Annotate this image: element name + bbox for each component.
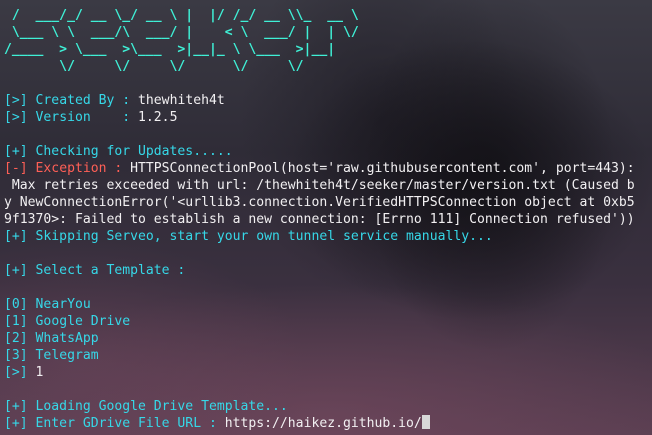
exception-text-4: 9f1370>: Failed to establish a new conne… <box>4 212 635 227</box>
option-name: Google Drive <box>35 314 131 329</box>
option-name: NearYou <box>35 297 91 312</box>
option-index: [0] <box>4 297 28 312</box>
choice-tag: [>] <box>4 365 28 380</box>
banner-line-4: \/ \/ \/ \/ \/ <box>4 59 304 74</box>
option-name: WhatsApp <box>35 331 99 346</box>
version-value: 1.2.5 <box>138 110 178 125</box>
option-name: Telegram <box>35 348 99 363</box>
loading-template-line: [+] Loading Google Drive Template... <box>4 399 288 414</box>
version-label: Version : <box>27 110 139 125</box>
exception-text-3: y NewConnectionError('<urllib3.connectio… <box>4 195 635 210</box>
skipping-serveo-line: [+] Skipping Serveo, start your own tunn… <box>4 229 493 244</box>
exception-line: [-] Exception : HTTPSConnectionPool(host… <box>4 160 652 177</box>
terminal-window[interactable]: / ___/_/ __ \_/ __ \ | |/ /_/ __ \\_ __ … <box>0 0 652 435</box>
template-option-nearyou: [0] NearYou <box>4 296 652 313</box>
banner-line-1: / ___/_/ __ \_/ __ \ | |/ /_/ __ \\_ __ … <box>4 8 359 23</box>
text-cursor <box>421 415 430 429</box>
version-line: [>] Version : 1.2.5 <box>4 109 652 126</box>
template-option-whatsapp: [2] WhatsApp <box>4 330 652 347</box>
template-choice-line: [>] 1 <box>4 364 652 381</box>
created-by-line: [>] Created By : thewhiteh4t <box>4 92 652 109</box>
template-option-telegram: [3] Telegram <box>4 347 652 364</box>
url-prompt-label: [+] Enter GDrive File URL : <box>4 416 225 431</box>
url-input-value[interactable]: https://haikez.github.io/ <box>225 416 422 431</box>
checking-updates-line: [+] Checking for Updates..... <box>4 144 233 159</box>
option-index: [1] <box>4 314 28 329</box>
banner-line-3: /____ > \___ >\___ >|__|_ \ \___ >|__| <box>4 42 336 57</box>
template-option-google-drive: [1] Google Drive <box>4 313 652 330</box>
option-index: [2] <box>4 331 28 346</box>
exception-text-1: HTTPSConnectionPool(host='raw.githubuser… <box>130 161 635 176</box>
exception-tag: [-] <box>4 161 28 176</box>
created-value: thewhiteh4t <box>138 93 225 108</box>
option-index: [3] <box>4 348 28 363</box>
version-tag: [>] <box>4 110 28 125</box>
select-template-prompt: [+] Select a Template : <box>4 263 186 278</box>
exception-text-2: Max retries exceeded with url: /thewhite… <box>4 178 635 193</box>
url-input-line[interactable]: [+] Enter GDrive File URL : https://haik… <box>4 415 652 432</box>
exception-label: Exception : <box>27 161 131 176</box>
created-label: Created By : <box>27 93 139 108</box>
terminal-output: / ___/_/ __ \_/ __ \ | |/ /_/ __ \\_ __ … <box>4 7 652 432</box>
banner-line-2: \___ \ \ ___/\ ___/ | < \ ___/ | | \/ <box>4 25 359 40</box>
choice-value: 1 <box>35 365 44 380</box>
created-tag: [>] <box>4 93 28 108</box>
